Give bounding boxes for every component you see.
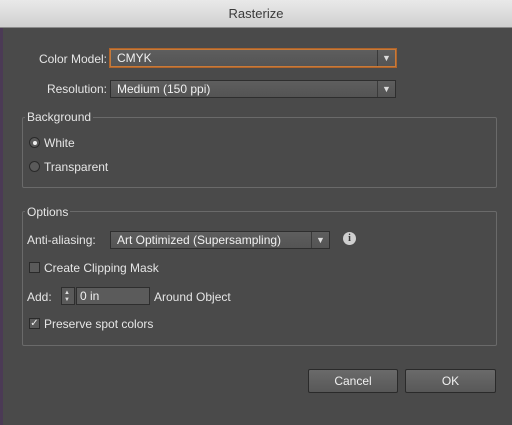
checkmark-icon: ✓ — [30, 318, 39, 329]
radio-white-label[interactable]: White — [44, 136, 75, 150]
background-group-title: Background — [25, 110, 94, 124]
background-group — [22, 117, 497, 188]
clipping-mask-checkbox[interactable] — [29, 262, 40, 273]
color-model-label: Color Model: — [38, 52, 107, 66]
clipping-mask-label[interactable]: Create Clipping Mask — [44, 261, 159, 275]
add-input[interactable]: 0 in — [76, 287, 150, 305]
add-stepper[interactable]: ▲ ▼ — [61, 287, 75, 305]
resolution-value: Medium (150 ppi) — [117, 82, 211, 96]
add-input-value: 0 in — [80, 289, 100, 303]
add-label: Add: — [27, 290, 52, 304]
preserve-spot-checkbox[interactable]: ✓ — [29, 318, 40, 329]
title-bar[interactable]: Rasterize — [0, 0, 512, 28]
anti-aliasing-label: Anti-aliasing: — [27, 233, 96, 247]
dropdown-arrow-icon: ▼ — [311, 232, 329, 248]
color-model-select[interactable]: CMYK ▼ — [110, 49, 396, 67]
dropdown-arrow-icon: ▼ — [377, 50, 395, 66]
radio-transparent-label[interactable]: Transparent — [44, 160, 108, 174]
radio-selected-dot — [33, 141, 37, 145]
color-model-value: CMYK — [117, 51, 152, 65]
resolution-select[interactable]: Medium (150 ppi) ▼ — [110, 80, 396, 98]
cancel-button[interactable]: Cancel — [308, 369, 398, 393]
stepper-up-icon[interactable]: ▲ — [64, 290, 70, 296]
anti-aliasing-value: Art Optimized (Supersampling) — [117, 233, 282, 247]
anti-aliasing-select[interactable]: Art Optimized (Supersampling) ▼ — [110, 231, 330, 249]
preserve-spot-label[interactable]: Preserve spot colors — [44, 317, 153, 331]
around-object-label: Around Object — [154, 290, 231, 304]
radio-white[interactable] — [29, 137, 40, 148]
window-title: Rasterize — [228, 6, 284, 21]
options-group-title: Options — [25, 205, 71, 219]
dropdown-arrow-icon: ▼ — [377, 81, 395, 97]
resolution-label: Resolution: — [46, 82, 107, 96]
info-icon[interactable]: i — [343, 232, 356, 245]
stepper-down-icon[interactable]: ▼ — [64, 297, 70, 303]
radio-transparent[interactable] — [29, 161, 40, 172]
ok-button[interactable]: OK — [405, 369, 496, 393]
rasterize-dialog: Color Model: CMYK ▼ Resolution: Medium (… — [3, 28, 512, 425]
